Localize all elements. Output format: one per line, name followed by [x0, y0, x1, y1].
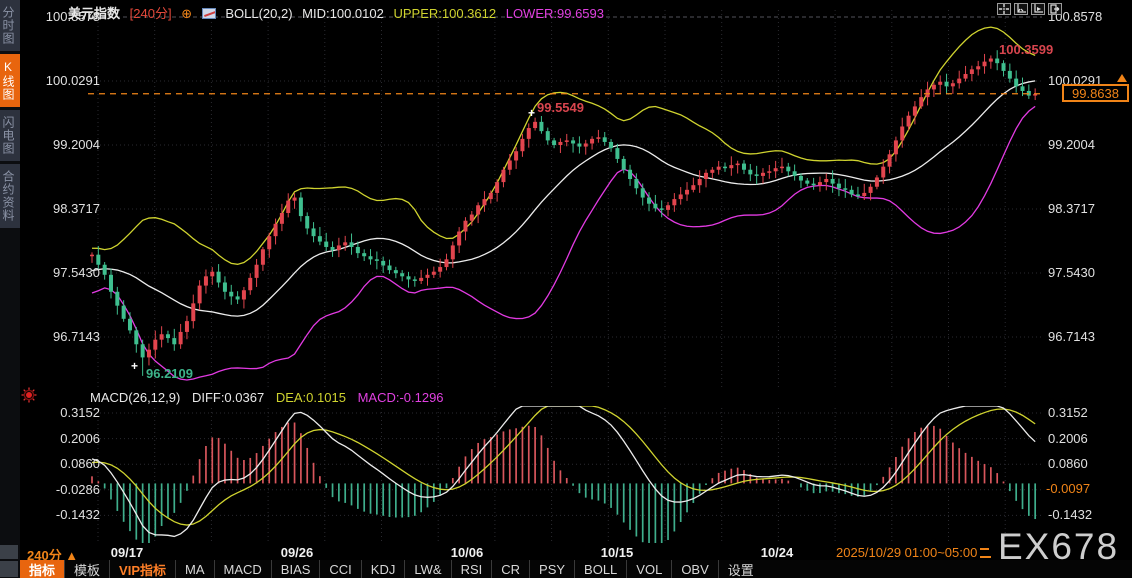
macd-axis-right: -0.1432 [1048, 507, 1093, 523]
macd-axis-right: 0.2006 [1048, 430, 1088, 446]
price-axis-left: 99.2004 [53, 137, 100, 152]
current-price-badge: 99.8638 [1062, 84, 1129, 102]
toolbar-item-OBV[interactable]: OBV [671, 560, 717, 578]
toolbar-item-模板[interactable]: 模板 [64, 560, 109, 578]
sidebar-corner-block [0, 545, 18, 559]
live-dot-icon [21, 387, 37, 408]
sidebar-tab-0[interactable]: 分时图 [0, 0, 20, 51]
export-chart-icon[interactable] [1048, 3, 1062, 15]
axis-scale-right-icon[interactable] [1031, 3, 1045, 15]
axis-scale-left-icon[interactable] [1014, 3, 1028, 15]
toolbar-item-VOL[interactable]: VOL [626, 560, 671, 578]
macd-header: MACD(26,12,9) DIFF:0.0367 DEA:0.1015 MAC… [90, 390, 452, 405]
sidebar-tab-1[interactable]: K线图 [0, 54, 20, 107]
macd-axis-left: 0.3152 [60, 405, 100, 420]
macd-panel [91, 406, 1037, 543]
boll-indicator-label: BOLL(20,2) [225, 6, 293, 21]
price-axis-left: 97.5430 [53, 265, 100, 280]
macd-axis-left: 0.0860 [60, 456, 100, 472]
date-tick: 10/24 [760, 545, 794, 560]
chart-tool-icons [997, 3, 1062, 15]
toolbar-item-PSY[interactable]: PSY [529, 560, 574, 578]
toolbar-item-MA[interactable]: MA [175, 560, 214, 578]
circle-plus-icon[interactable]: ⊕ [181, 6, 192, 21]
list-icon[interactable] [980, 547, 992, 558]
kline-macd-chart[interactable] [0, 0, 1132, 578]
current-macd-badge: -0.0097 [1046, 481, 1110, 497]
boll-mid-value: MID:100.0102 [302, 6, 384, 21]
toolbar-item-RSI[interactable]: RSI [450, 560, 492, 578]
time-axis: 240分 ▲ 2025/10/29 01:00~05:00 09/17 09/26… [0, 544, 1132, 563]
swing-high-label: 99.5549 [537, 100, 584, 115]
period-badge[interactable]: [240分] [130, 6, 172, 21]
period-low-cross-marker: + [131, 359, 139, 373]
mini-chart-icon[interactable] [201, 8, 216, 19]
macd-dea-value: DEA:0.1015 [275, 390, 346, 405]
toolbar-item-VIP指标[interactable]: VIP指标 [109, 560, 175, 578]
toolbar-item-KDJ[interactable]: KDJ [360, 560, 405, 578]
toolbar-item-设置[interactable]: 设置 [717, 560, 763, 578]
crosshair-icon[interactable] [997, 3, 1011, 15]
period-high-label: 100.3599 [999, 42, 1054, 57]
boll-upper-value: UPPER:100.3612 [393, 6, 497, 21]
macd-value: MACD:-0.1296 [357, 390, 444, 405]
chart-header: 美元指数 [240分] ⊕ BOLL(20,2) MID:100.0102 UP… [68, 3, 610, 21]
macd-axis-right: 0.3152 [1048, 405, 1088, 420]
macd-diff-value: DIFF:0.0367 [191, 390, 265, 405]
price-axis-right: 96.7143 [1048, 329, 1095, 344]
macd-axis-left: -0.1432 [55, 507, 100, 523]
boll-lower-value: LOWER:99.6593 [505, 6, 604, 21]
date-tick: 09/17 [110, 545, 144, 560]
toolbar-item-MACD[interactable]: MACD [213, 560, 271, 578]
toolbar-item-CCI[interactable]: CCI [319, 560, 360, 578]
swing-high-cross-marker: + [528, 106, 536, 120]
price-up-arrow-icon [1117, 74, 1127, 82]
price-axis-right: 97.5430 [1048, 265, 1095, 280]
price-axis-right: 99.2004 [1048, 137, 1095, 152]
toolbar-item-指标[interactable]: 指标 [20, 560, 65, 578]
period-low-label: 96.2109 [146, 366, 193, 381]
macd-axis-right: 0.0860 [1048, 456, 1088, 472]
macd-axis-left: 0.2006 [60, 430, 100, 446]
symbol-title: 美元指数 [68, 6, 121, 21]
left-tab-bar: 分时图 K线图闪电图合约资料 [0, 0, 20, 578]
date-tick: 10/06 [450, 545, 484, 560]
price-axis-right: 98.3717 [1048, 201, 1095, 216]
sidebar-tab-2[interactable]: 闪电图 [0, 110, 20, 161]
toolbar-item-LW&[interactable]: LW& [404, 560, 450, 578]
price-axis-left: 96.7143 [53, 329, 100, 344]
price-axis-left: 100.0291 [45, 73, 100, 88]
chart-app: 分时图 K线图闪电图合约资料 美元指数 [240分] ⊕ BOLL(20,2) M… [0, 0, 1132, 578]
sidebar-corner-block [0, 561, 18, 577]
macd-title: MACD(26,12,9) [90, 390, 181, 405]
watermark: EX678 [998, 526, 1120, 567]
date-tick: 10/15 [600, 545, 634, 560]
bollinger-bands [91, 26, 1036, 381]
toolbar-item-BIAS[interactable]: BIAS [270, 560, 320, 578]
indicator-toolbar: 指标 模板 VIP指标 MA MACD BIAS CCI KDJ LW& RSI CR PSY BOLL… [20, 560, 1132, 578]
price-axis-left: 98.3717 [53, 201, 100, 216]
last-bar-timestamp: 2025/10/29 01:00~05:00 [833, 544, 995, 561]
toolbar-item-BOLL[interactable]: BOLL [574, 560, 626, 578]
macd-axis-left: -0.0286 [55, 481, 100, 497]
date-tick: 09/26 [280, 545, 314, 560]
sidebar-tab-3[interactable]: 合约资料 [0, 164, 20, 228]
toolbar-item-CR[interactable]: CR [491, 560, 529, 578]
